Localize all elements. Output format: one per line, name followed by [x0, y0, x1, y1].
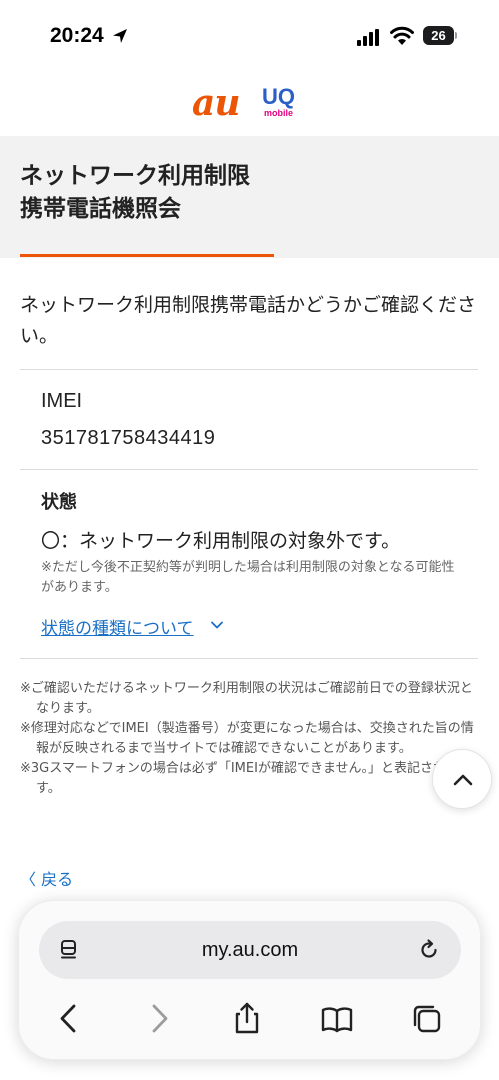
note-item: ※3Gスマートフォンの場合は必ず「IMEIが確認できません。」と表記されます。: [20, 761, 460, 796]
bookmarks-icon: [321, 1007, 353, 1033]
tabs-button[interactable]: [409, 1001, 445, 1037]
location-arrow-icon: [113, 29, 127, 43]
page-title-line2: 携帯電話機照会: [20, 196, 181, 222]
battery-icon: 26: [423, 26, 457, 45]
status-time: 20:24: [50, 24, 104, 47]
back-button[interactable]: [51, 1001, 87, 1037]
status-note: ※ただし今後不正契約等が判明した場合は利用制限の対象となる可能性があります。: [41, 560, 455, 595]
address-bar[interactable]: my.au.com: [39, 921, 461, 979]
forward-arrow-icon: [152, 1004, 168, 1033]
status-result: 〇：ネットワーク利用制限の対象外です。: [41, 530, 401, 552]
uq-logo-main: UQ: [262, 84, 295, 109]
intro-text: ネットワーク利用制限携帯電話かどうかご確認ください。: [20, 294, 477, 347]
share-button[interactable]: [229, 1001, 265, 1037]
page-title: ネットワーク利用制限 携帯電話機照会: [20, 160, 480, 226]
uq-logo-sub: mobile: [264, 108, 294, 118]
uq-mobile-logo: UQ mobile: [262, 84, 302, 119]
wifi-icon: [390, 26, 414, 45]
notes: ※ご確認いただけるネットワーク利用制限の状況はご確認前日での登録状況となります。…: [20, 679, 482, 799]
battery-level: 26: [423, 26, 454, 45]
forward-button[interactable]: [141, 1001, 177, 1037]
divider: [20, 469, 478, 470]
imei-value: 351781758434419: [41, 427, 216, 449]
bookmarks-button[interactable]: [319, 1001, 355, 1037]
status-bar: 20:24 26: [0, 0, 499, 70]
share-icon: [235, 1002, 259, 1034]
reload-icon[interactable]: [417, 938, 441, 962]
status-types-link[interactable]: 状態の種類について: [41, 614, 194, 639]
cellular-signal-icon: [357, 29, 379, 46]
back-arrow-icon: [60, 1004, 76, 1033]
reader-icon[interactable]: [59, 939, 81, 961]
scroll-top-button[interactable]: [432, 749, 492, 809]
title-underline: [20, 254, 274, 257]
brand-logos[interactable]: au UQ mobile: [0, 82, 499, 132]
divider: [20, 658, 478, 659]
page-title-line1: ネットワーク利用制限: [20, 163, 250, 189]
back-link[interactable]: 〈 戻る: [20, 866, 73, 890]
au-logo: au: [192, 82, 240, 124]
page-header: ネットワーク利用制限 携帯電話機照会: [0, 136, 499, 258]
tabs-icon: [413, 1005, 441, 1033]
browser-toolbar: my.au.com: [18, 900, 481, 1060]
imei-label: IMEI: [41, 390, 83, 412]
note-item: ※修理対応などでIMEI（製造番号）が変更になった場合は、交換された旨の情報が反…: [20, 721, 474, 756]
status-label: 状態: [41, 492, 77, 513]
url-text[interactable]: my.au.com: [39, 921, 461, 979]
chevron-down-icon[interactable]: [210, 618, 224, 632]
chevron-up-icon: [453, 774, 473, 786]
divider: [20, 369, 478, 370]
note-item: ※ご確認いただけるネットワーク利用制限の状況はご確認前日での登録状況となります。: [20, 681, 473, 716]
